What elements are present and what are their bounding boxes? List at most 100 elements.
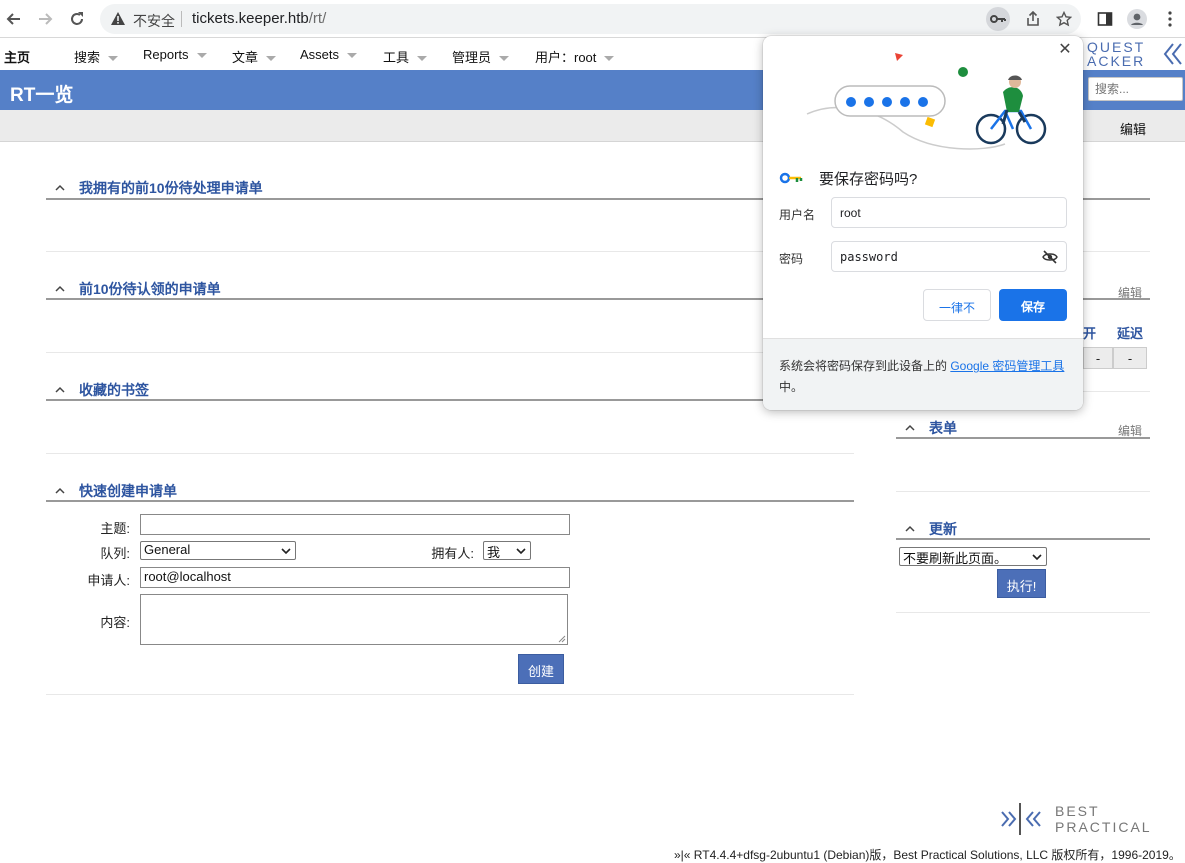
queue-select[interactable]: General: [140, 541, 296, 560]
chevron-down-icon: [499, 56, 510, 62]
footer-text-tail: 中。: [779, 380, 804, 394]
portlet-bottom-line: [896, 491, 1150, 492]
collapse-chevron-icon[interactable]: [55, 183, 65, 193]
portlet-bottom-line: [46, 694, 854, 695]
footer-text-lead: 系统会将密码保存到此设备上的: [779, 359, 951, 373]
save-password-dialog: ✕ 要保存密码吗? 用户名 root 密码 password 一律不 保存 系统…: [763, 36, 1083, 410]
menu-articles[interactable]: 文章: [232, 47, 277, 66]
owner-select-value: 我: [487, 545, 501, 560]
url-text[interactable]: tickets.keeper.htb/rt/: [192, 10, 326, 27]
username-field[interactable]: root: [831, 197, 1067, 228]
profile-avatar-icon[interactable]: [1125, 7, 1149, 31]
address-bar[interactable]: 不安全 tickets.keeper.htb/rt/: [100, 4, 1081, 34]
menu-admin[interactable]: 管理员: [452, 47, 510, 66]
eye-off-icon[interactable]: [1042, 249, 1058, 265]
portlet-dashboards: 表单 编辑: [896, 418, 1150, 493]
queue-col-stalled[interactable]: 延迟: [1117, 323, 1143, 342]
password-field[interactable]: password: [831, 241, 1067, 272]
portlet-divider: [46, 298, 854, 300]
portlet-bookmarks: 收藏的书签: [46, 380, 854, 455]
reload-icon[interactable]: [65, 7, 89, 31]
portlet-bottom-line: [46, 453, 854, 454]
menu-kebab-icon[interactable]: [1158, 7, 1182, 31]
password-label: 密码: [779, 252, 804, 266]
side-panel-icon[interactable]: [1093, 7, 1117, 31]
menu-tools-label: 工具: [383, 50, 410, 65]
browser-toolbar: 不安全 tickets.keeper.htb/rt/: [0, 0, 1185, 38]
collapse-chevron-icon[interactable]: [905, 524, 915, 534]
queue-col-open[interactable]: 开: [1083, 323, 1096, 342]
save-password-button[interactable]: 保存: [999, 289, 1067, 321]
menu-tools[interactable]: 工具: [383, 47, 428, 66]
queue-cell[interactable]: -: [1113, 347, 1147, 369]
dialog-footer-text: 系统会将密码保存到此设备上的 Google 密码管理工具中。: [779, 356, 1071, 398]
edit-link[interactable]: 编辑: [1120, 119, 1146, 138]
portlet-title[interactable]: 前10份待认领的申请单: [79, 279, 221, 299]
menu-search-label: 搜索: [74, 50, 101, 65]
back-icon[interactable]: [2, 7, 26, 31]
chevron-down-icon: [417, 56, 428, 62]
subject-input[interactable]: [140, 514, 570, 535]
portlet-divider: [46, 500, 854, 502]
collapse-chevron-icon[interactable]: [55, 385, 65, 395]
portlet-title[interactable]: 我拥有的前10份待处理申请单: [79, 178, 263, 198]
collapse-chevron-icon[interactable]: [905, 423, 915, 433]
portlet-title[interactable]: 更新: [929, 519, 957, 539]
requestor-label: 申请人:: [87, 573, 130, 588]
password-key-icon[interactable]: [986, 7, 1010, 31]
queue-cell[interactable]: -: [1083, 347, 1113, 369]
collapse-chevron-icon[interactable]: [55, 284, 65, 294]
chevron-down-icon: [347, 53, 358, 59]
warning-icon[interactable]: [110, 11, 126, 27]
menu-search[interactable]: 搜索: [74, 47, 119, 66]
portlet-title[interactable]: 表单: [929, 418, 957, 438]
portlet-title[interactable]: 收藏的书签: [79, 380, 149, 400]
subject-label: 主题:: [100, 521, 130, 536]
chevron-down-icon: [604, 56, 615, 62]
refresh-select[interactable]: 不要刷新此页面。: [899, 547, 1047, 566]
portlet-bottom-line: [46, 352, 854, 353]
portlet-title[interactable]: 快速创建申请单: [79, 481, 177, 501]
portlet-divider: [46, 399, 854, 401]
refresh-go-button[interactable]: 执行!: [997, 569, 1046, 598]
insecure-label[interactable]: 不安全: [133, 11, 175, 31]
menu-reports-label: Reports: [143, 47, 189, 62]
never-save-button[interactable]: 一律不: [923, 289, 991, 321]
menu-home[interactable]: 主页: [4, 47, 30, 66]
best-practical-logo: BEST PRACTICAL: [998, 800, 1178, 840]
search-input[interactable]: [1088, 77, 1183, 101]
menu-assets[interactable]: Assets: [300, 47, 358, 62]
owner-select[interactable]: 我: [483, 541, 531, 560]
menu-reports[interactable]: Reports: [143, 47, 207, 62]
chevron-down-icon: [108, 56, 119, 62]
chevron-down-icon: [266, 56, 277, 62]
password-manager-link[interactable]: Google 密码管理工具: [950, 359, 1064, 373]
owner-label: 拥有人:: [431, 546, 474, 561]
menu-articles-label: 文章: [232, 50, 259, 65]
svg-text:ACKER: ACKER: [1087, 53, 1145, 67]
queue-select-value: General: [144, 542, 191, 557]
content-label: 内容:: [100, 615, 130, 630]
footer-copyright: »|« RT4.4.4+dfsg-2ubuntu1 (Debian)版，Best…: [674, 848, 1181, 862]
menu-user[interactable]: 用户：root: [535, 47, 615, 66]
dialog-heading: 要保存密码吗?: [819, 171, 918, 188]
menu-assets-label: Assets: [300, 47, 340, 62]
url-path: /rt/: [308, 10, 327, 27]
brand-logo: QUEST ACKER: [1087, 39, 1185, 69]
refresh-select-value: 不要刷新此页面。: [903, 551, 1008, 566]
logo-line-1: BEST: [1055, 803, 1100, 819]
menu-user-label: 用户：root: [535, 50, 597, 65]
collapse-chevron-icon[interactable]: [55, 486, 65, 496]
forward-icon[interactable]: [33, 7, 57, 31]
create-button[interactable]: 创建: [518, 654, 564, 684]
google-key-icon: [779, 172, 803, 184]
share-icon[interactable]: [1021, 7, 1045, 31]
menu-home-label: 主页: [4, 50, 31, 65]
resize-handle-icon[interactable]: [558, 635, 566, 643]
requestor-input[interactable]: root@localhost: [140, 567, 570, 588]
page-title: RT一览: [10, 85, 74, 106]
bookmark-star-icon[interactable]: [1052, 7, 1076, 31]
portlet-quick-create: 快速创建申请单 主题: 队列: General 拥有人: 我 申请人: root…: [46, 481, 854, 697]
content-textarea[interactable]: [140, 594, 568, 645]
chevron-down-icon: [281, 548, 291, 555]
